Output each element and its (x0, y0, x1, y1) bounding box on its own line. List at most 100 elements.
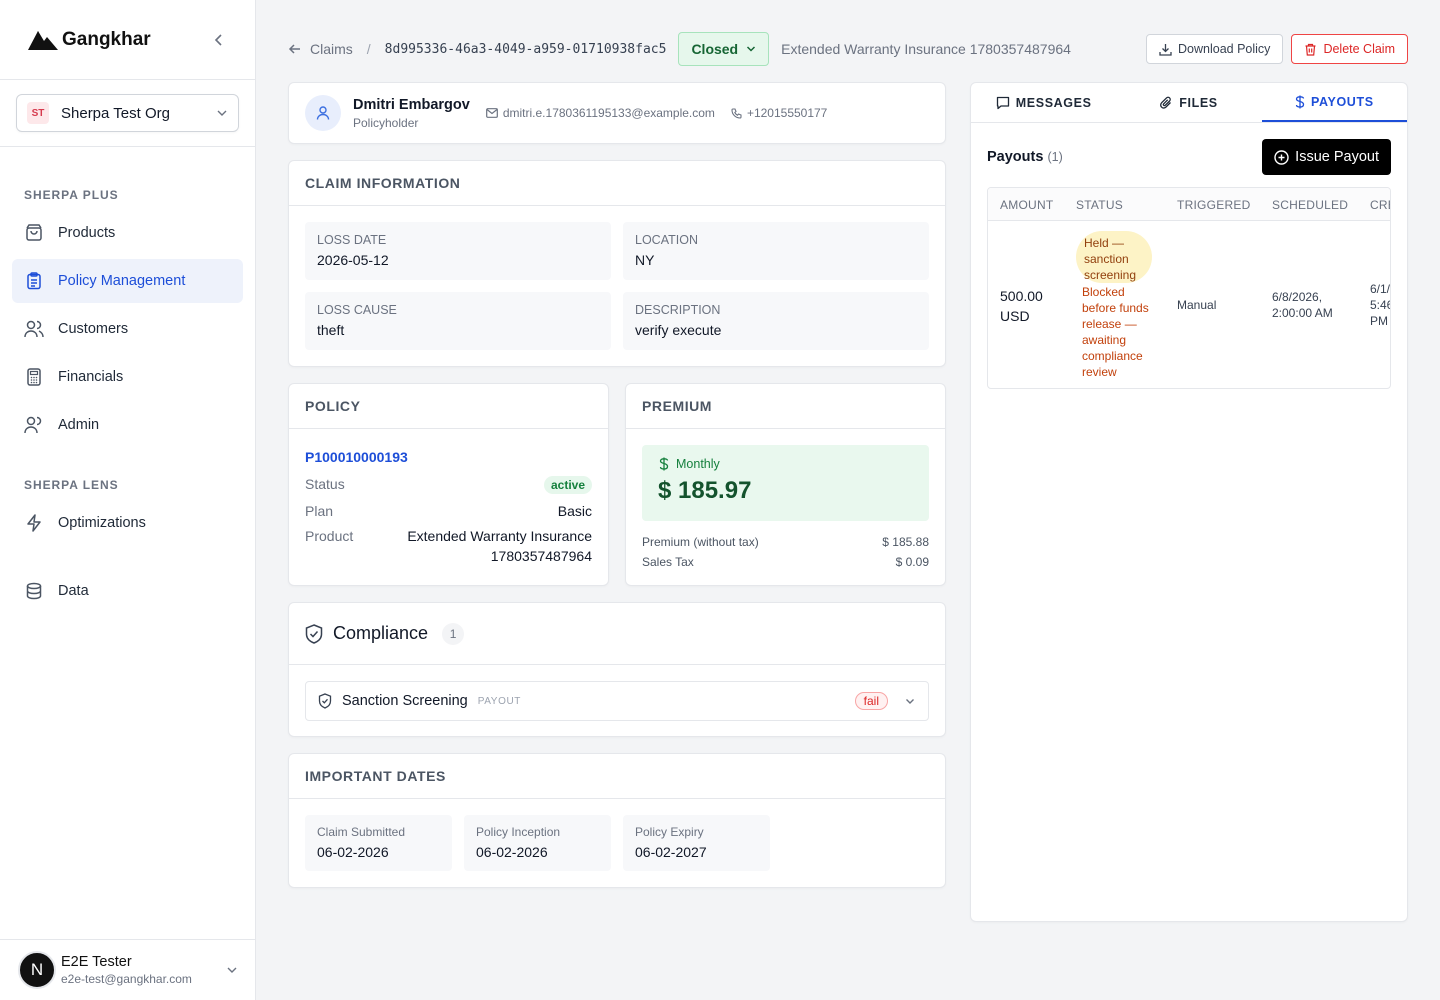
sidebar-item-label: Policy Management (58, 273, 186, 289)
tab-label: FILES (1179, 95, 1218, 110)
tab-label: PAYOUTS (1310, 94, 1374, 109)
card-title: PREMIUM (626, 384, 945, 429)
sidebar-item-admin[interactable]: Admin (12, 403, 243, 447)
sidebar-item-data[interactable]: Data (12, 569, 243, 613)
policy-inception-date: Policy Inception 06-02-2026 (464, 815, 611, 871)
panel-tabs: MESSAGES FILES PAYOUTS (971, 83, 1407, 123)
compliance-count: 1 (442, 622, 465, 645)
bag-icon (24, 223, 44, 243)
date-value: 06-02-2026 (317, 844, 389, 860)
sidebar-item-label: Admin (58, 417, 100, 433)
compliance-title: Compliance (333, 623, 429, 643)
chevron-down-icon (906, 699, 914, 704)
sidebar-item-policy-management[interactable]: Policy Management (12, 259, 243, 303)
important-dates-card: IMPORTANT DATES Claim Submitted 06-02-20… (288, 753, 946, 888)
product-label: Product (305, 528, 354, 544)
location-field: LOCATION NY (623, 222, 929, 280)
premium-amount: $ 185.97 (658, 477, 752, 504)
payout-created: 6/1/ 5:46 PM (1370, 281, 1391, 329)
brand-logo[interactable]: Gangkhar (28, 29, 151, 51)
policyholder-email[interactable]: dmitri.e.1780361195133@example.com (485, 106, 715, 120)
status-line: Held — (1084, 236, 1125, 250)
claim-header: Claims / 8d995336-46a3-4049-a959-0171093… (288, 32, 1408, 66)
compliance-check-name: Sanction Screening (342, 693, 468, 709)
chevron-down-icon (217, 110, 227, 116)
payout-status-badge: Held — sanction screening (1076, 231, 1152, 283)
issue-payout-button[interactable]: Issue Payout (1262, 139, 1391, 175)
delete-claim-button[interactable]: Delete Claim (1291, 34, 1408, 64)
claim-product-name: Extended Warranty Insurance 178035748796… (781, 41, 1071, 57)
download-policy-label: Download Policy (1178, 42, 1271, 56)
created-date: 6/1/ (1370, 282, 1391, 296)
email-text: dmitri.e.1780361195133@example.com (502, 106, 715, 120)
sidebar: Gangkhar ST Sherpa Test Org SHERPA PLUS … (0, 0, 256, 1000)
payouts-title: Payouts (1) (987, 149, 1063, 165)
mountain-logo-icon (28, 30, 58, 50)
tab-label: MESSAGES (1015, 95, 1092, 110)
sidebar-item-customers[interactable]: Customers (12, 307, 243, 351)
column-header-triggered: TRIGGERED (1177, 197, 1251, 212)
claim-submitted-date: Claim Submitted 06-02-2026 (305, 815, 452, 871)
reason-line: Blocked (1082, 285, 1125, 299)
download-icon (1159, 43, 1172, 56)
org-name: Sherpa Test Org (61, 104, 170, 122)
avatar: N (18, 951, 56, 989)
sidebar-item-financials[interactable]: Financials (12, 355, 243, 399)
reason-line: review (1082, 365, 1117, 379)
phone-text: +12015550177 (746, 106, 828, 120)
shield-check-icon (318, 693, 332, 709)
org-selector[interactable]: ST Sherpa Test Org (16, 94, 239, 132)
table-row[interactable]: 500.00 USD Held — sanction screening Blo… (988, 222, 1391, 388)
user-menu[interactable]: N E2E Tester e2e-test@gangkhar.com (0, 939, 256, 1000)
field-label: DESCRIPTION (635, 303, 721, 317)
plan-label: Plan (305, 503, 334, 519)
payout-triggered: Manual (1177, 298, 1217, 312)
tab-payouts[interactable]: PAYOUTS (1261, 83, 1407, 122)
paperclip-icon (1160, 96, 1172, 109)
tab-messages[interactable]: MESSAGES (971, 83, 1116, 122)
bolt-icon (24, 513, 44, 533)
back-to-claims-link[interactable]: Claims (288, 41, 353, 57)
policy-card: POLICY P100010000193 Status active Plan … (288, 383, 609, 586)
mail-icon (485, 108, 498, 118)
claim-id: 8d995336-46a3-4049-a959-01710938fac5 (384, 41, 667, 57)
card-title: POLICY (289, 384, 608, 429)
delete-claim-label: Delete Claim (1323, 42, 1395, 56)
reason-line: awaiting (1082, 333, 1127, 347)
claim-status-dropdown[interactable]: Closed (678, 32, 770, 66)
download-policy-button[interactable]: Download Policy (1146, 34, 1284, 64)
tab-files[interactable]: FILES (1116, 83, 1261, 122)
compliance-result-badge: fail (854, 692, 888, 710)
user-email: e2e-test@gangkhar.com (61, 972, 192, 986)
field-label: LOCATION (635, 233, 698, 247)
plan-value: Basic (557, 503, 592, 519)
product-value: Extended Warranty Insurance 178035748796… (407, 526, 592, 566)
collapse-sidebar-icon[interactable] (207, 28, 231, 52)
card-title: IMPORTANT DATES (289, 754, 945, 799)
policyholder-role: Policyholder (353, 115, 419, 130)
policyholder-name: Dmitri Embargov (353, 96, 470, 113)
loss-cause-field: LOSS CAUSE theft (305, 292, 611, 350)
dollar-icon (1295, 95, 1305, 108)
line-value: $ 0.09 (895, 555, 929, 569)
product-line-1: Extended Warranty Insurance (407, 528, 592, 544)
reason-line: compliance (1082, 349, 1143, 363)
sidebar-item-optimizations[interactable]: Optimizations (12, 501, 243, 545)
premium-period: Monthly (676, 457, 720, 471)
date-label: Policy Expiry (635, 825, 704, 839)
compliance-item-sanction-screening[interactable]: Sanction Screening PAYOUT fail (305, 681, 929, 721)
payout-scheduled: 6/8/2026, 2:00:00 AM (1272, 289, 1333, 321)
message-icon (996, 96, 1009, 109)
policy-number-link[interactable]: P100010000193 (305, 449, 592, 465)
phone-icon (731, 107, 742, 119)
policyholder-card: Dmitri Embargov Policyholder dmitri.e.17… (288, 82, 946, 144)
loss-date-field: LOSS DATE 2026-05-12 (305, 222, 611, 280)
description-field: DESCRIPTION verify execute (623, 292, 929, 350)
field-label: LOSS DATE (317, 233, 387, 247)
sidebar-item-products[interactable]: Products (12, 211, 243, 255)
nav-heading-sherpa-lens: SHERPA LENS (24, 478, 119, 492)
issue-payout-label: Issue Payout (1295, 149, 1379, 165)
field-value: 2026-05-12 (317, 252, 389, 268)
policyholder-phone[interactable]: +12015550177 (731, 106, 827, 120)
user-cog-icon (24, 415, 44, 435)
